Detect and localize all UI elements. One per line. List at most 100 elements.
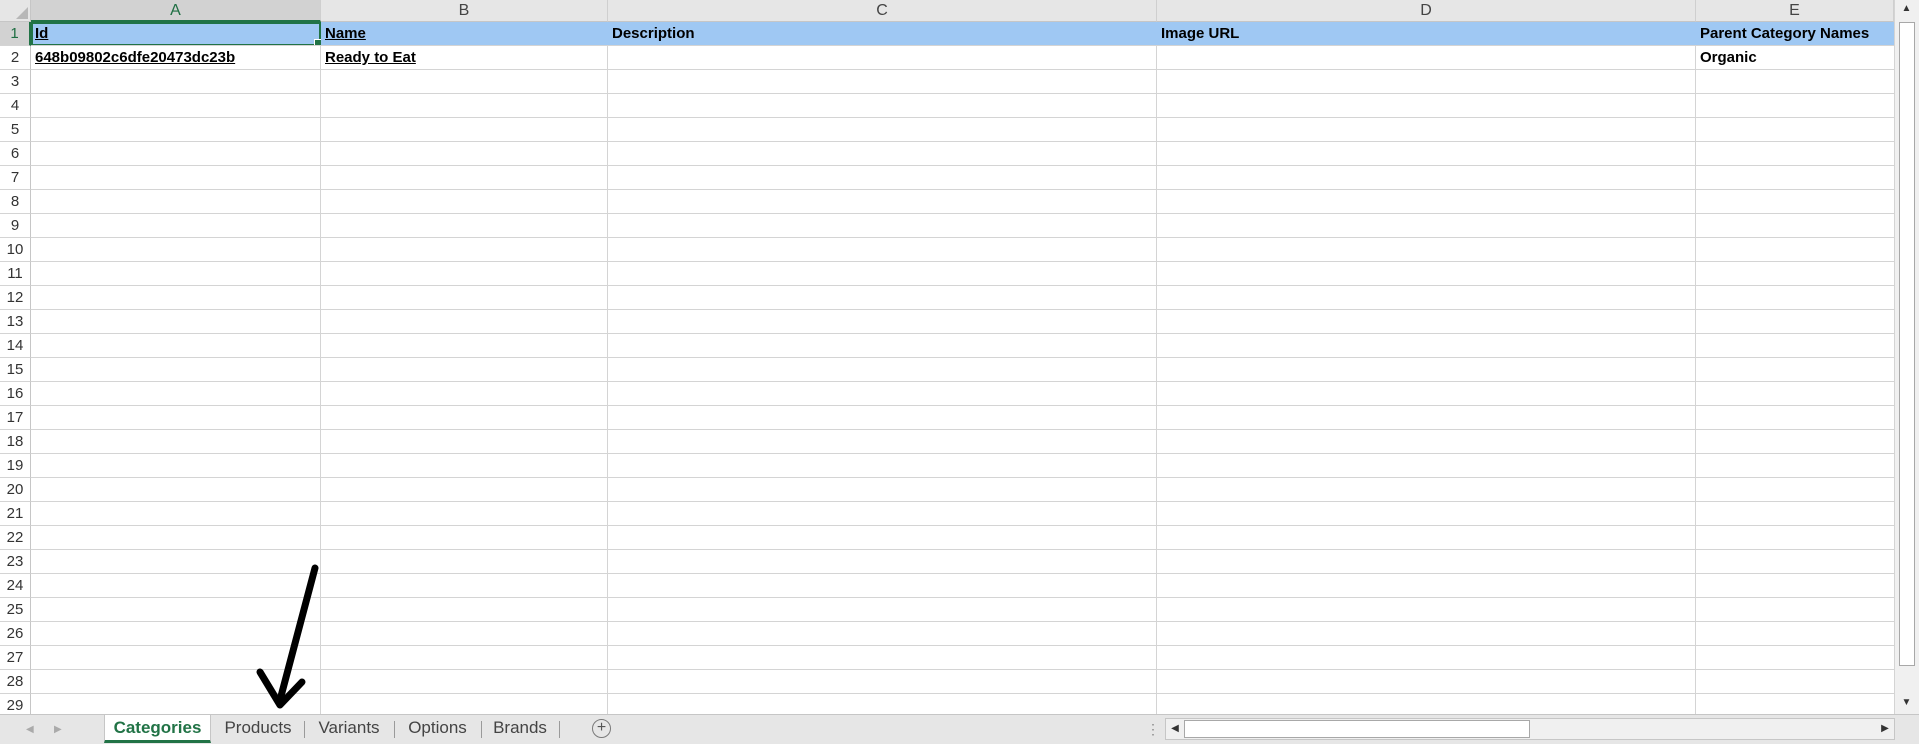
- tab-categories[interactable]: Categories: [104, 715, 211, 743]
- gridline-row: [31, 69, 1894, 70]
- row-header[interactable]: 19: [0, 454, 31, 478]
- cell-b1[interactable]: Name: [321, 22, 608, 46]
- column-header-a[interactable]: A: [31, 0, 321, 22]
- column-header-c[interactable]: C: [608, 0, 1157, 22]
- gridline-row: [31, 141, 1894, 142]
- tab-scroll-left-icon[interactable]: ◀: [26, 715, 34, 744]
- gridline-row: [31, 213, 1894, 214]
- spreadsheet-area: A B C D E 1 2 3 4 5 6 7 8 9 10 11 12 13 14 15 16 17 18 19 2…: [0, 0, 1894, 714]
- gridline-row: [31, 237, 1894, 238]
- cell-a1[interactable]: Id: [31, 22, 321, 46]
- column-header-b[interactable]: B: [321, 0, 608, 22]
- sheet-tab-bar: ◀ ▶ Categories Products Variants Options…: [0, 714, 1919, 744]
- tab-brands[interactable]: Brands: [482, 715, 558, 743]
- column-headers: A B C D E: [31, 0, 1894, 22]
- horizontal-scrollbar[interactable]: ◀ ▶: [1165, 718, 1895, 740]
- cell-c2[interactable]: [608, 46, 1157, 70]
- gridline-row: [31, 381, 1894, 382]
- cell-grid[interactable]: Id Name Description Image URL Parent Cat…: [31, 22, 1894, 714]
- row-header[interactable]: 8: [0, 190, 31, 214]
- gridline-row: [31, 93, 1894, 94]
- gridline-row: [31, 45, 1894, 46]
- vertical-scroll-thumb[interactable]: [1899, 22, 1915, 666]
- gridline-col: [1156, 22, 1157, 714]
- row-header[interactable]: 25: [0, 598, 31, 622]
- scroll-up-icon[interactable]: ▲: [1897, 0, 1916, 18]
- gridline-row: [31, 165, 1894, 166]
- scroll-right-icon[interactable]: ▶: [1876, 719, 1894, 739]
- gridline-row: [31, 525, 1894, 526]
- row-header[interactable]: 13: [0, 310, 31, 334]
- gridline-col: [607, 22, 608, 714]
- gridline-row: [31, 549, 1894, 550]
- row-header[interactable]: 2: [0, 46, 31, 70]
- row-header[interactable]: 6: [0, 142, 31, 166]
- gridline-row: [31, 453, 1894, 454]
- tab-products[interactable]: Products: [213, 715, 303, 743]
- tab-scroll-right-icon[interactable]: ▶: [54, 715, 62, 744]
- tab-variants[interactable]: Variants: [305, 715, 393, 743]
- cell-c1[interactable]: Description: [608, 22, 1157, 46]
- row-header[interactable]: 5: [0, 118, 31, 142]
- row-header[interactable]: 29: [0, 694, 31, 714]
- cell-b2[interactable]: Ready to Eat: [321, 46, 608, 70]
- row-header[interactable]: 10: [0, 238, 31, 262]
- select-all-triangle-icon: [16, 7, 28, 19]
- scroll-left-icon[interactable]: ◀: [1166, 719, 1184, 739]
- row-header[interactable]: 21: [0, 502, 31, 526]
- gridline-row: [31, 357, 1894, 358]
- row-header[interactable]: 20: [0, 478, 31, 502]
- gridline-row: [31, 117, 1894, 118]
- row-header[interactable]: 24: [0, 574, 31, 598]
- tab-separator: [559, 721, 560, 738]
- scroll-down-icon[interactable]: ▼: [1897, 694, 1916, 712]
- plus-circle-icon[interactable]: +: [592, 719, 611, 738]
- row-header[interactable]: 9: [0, 214, 31, 238]
- tab-options[interactable]: Options: [395, 715, 480, 743]
- row-header[interactable]: 27: [0, 646, 31, 670]
- row-header[interactable]: 18: [0, 430, 31, 454]
- row-header[interactable]: 23: [0, 550, 31, 574]
- horizontal-scroll-thumb[interactable]: [1184, 720, 1530, 738]
- gridline-row: [31, 573, 1894, 574]
- gridline-col: [1695, 22, 1696, 714]
- gridline-row: [31, 261, 1894, 262]
- row-header[interactable]: 22: [0, 526, 31, 550]
- gridline-row: [31, 477, 1894, 478]
- gridline-row: [31, 501, 1894, 502]
- gridline-row: [31, 189, 1894, 190]
- gridline-row: [31, 645, 1894, 646]
- row-header[interactable]: 3: [0, 70, 31, 94]
- vertical-scrollbar[interactable]: ▲ ▼: [1894, 0, 1919, 714]
- row-header[interactable]: 26: [0, 622, 31, 646]
- row-header[interactable]: 15: [0, 358, 31, 382]
- splitter-handle-icon[interactable]: ⋮: [1146, 719, 1160, 739]
- cell-d2[interactable]: [1157, 46, 1696, 70]
- gridline-row: [31, 597, 1894, 598]
- row-header[interactable]: 28: [0, 670, 31, 694]
- row-header[interactable]: 12: [0, 286, 31, 310]
- row-header[interactable]: 7: [0, 166, 31, 190]
- cell-d1[interactable]: Image URL: [1157, 22, 1696, 46]
- gridline-row: [31, 285, 1894, 286]
- cell-e1[interactable]: Parent Category Names: [1696, 22, 1894, 46]
- gridline-row: [31, 429, 1894, 430]
- column-header-e[interactable]: E: [1696, 0, 1894, 22]
- row-header[interactable]: 4: [0, 94, 31, 118]
- gridline-row: [31, 693, 1894, 694]
- gridline-row: [31, 333, 1894, 334]
- column-header-d[interactable]: D: [1157, 0, 1696, 22]
- row-header[interactable]: 17: [0, 406, 31, 430]
- row-header[interactable]: 1: [0, 22, 31, 46]
- gridline-row: [31, 309, 1894, 310]
- gridline-row: [31, 621, 1894, 622]
- cell-a2[interactable]: 648b09802c6dfe20473dc23b: [31, 46, 321, 70]
- select-all-corner[interactable]: [0, 0, 31, 22]
- row-header[interactable]: 16: [0, 382, 31, 406]
- gridline-col: [320, 22, 321, 714]
- row-header[interactable]: 11: [0, 262, 31, 286]
- cell-e2[interactable]: Organic: [1696, 46, 1894, 70]
- gridline-row: [31, 669, 1894, 670]
- row-header[interactable]: 14: [0, 334, 31, 358]
- gridline-row: [31, 405, 1894, 406]
